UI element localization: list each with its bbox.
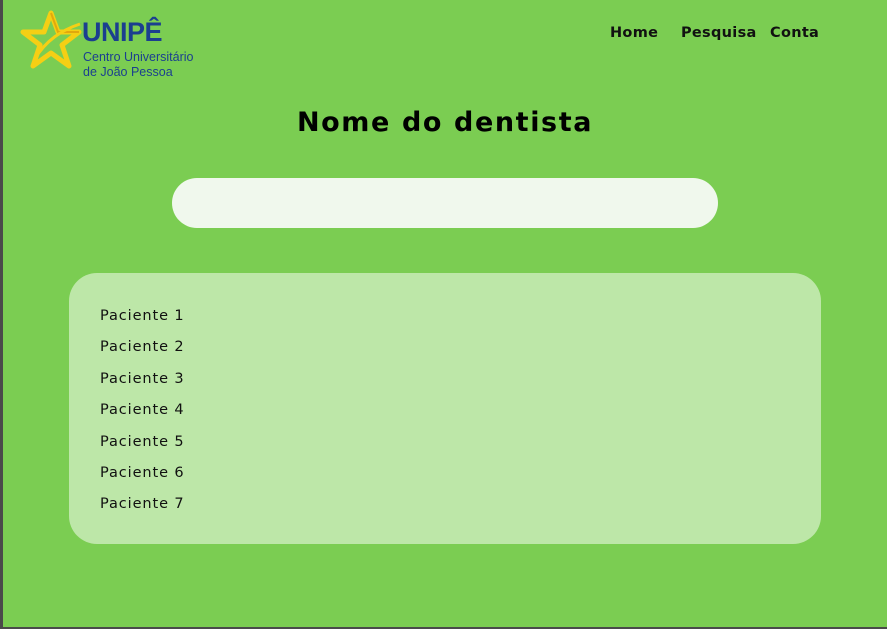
nav-pesquisa-link[interactable]: Pesquisa: [681, 25, 757, 41]
logo-subtitle-line2: de João Pessoa: [83, 65, 173, 79]
page-title: Nome do dentista: [296, 107, 594, 138]
patient-item-2[interactable]: Paciente 2: [100, 336, 821, 367]
nav-home-link[interactable]: Home: [610, 25, 658, 41]
patient-list: Paciente 1 Paciente 2 Paciente 3 Pacient…: [69, 273, 821, 544]
logo-subtitle-line1: Centro Universitário: [83, 50, 194, 64]
patient-item-1[interactable]: Paciente 1: [100, 305, 821, 336]
patient-item-7[interactable]: Paciente 7: [100, 493, 821, 524]
patient-item-4[interactable]: Paciente 4: [100, 399, 821, 430]
nav-conta-link[interactable]: Conta: [770, 25, 819, 41]
page: UNIPÊ Centro Universitário de João Pesso…: [0, 0, 887, 629]
search-input[interactable]: [172, 178, 718, 228]
logo[interactable]: UNIPÊ Centro Universitário de João Pesso…: [20, 10, 210, 82]
patient-item-3[interactable]: Paciente 3: [100, 368, 821, 399]
patient-item-5[interactable]: Paciente 5: [100, 431, 821, 462]
patient-item-6[interactable]: Paciente 6: [100, 462, 821, 493]
top-nav: Home Pesquisa Conta: [3, 25, 887, 45]
